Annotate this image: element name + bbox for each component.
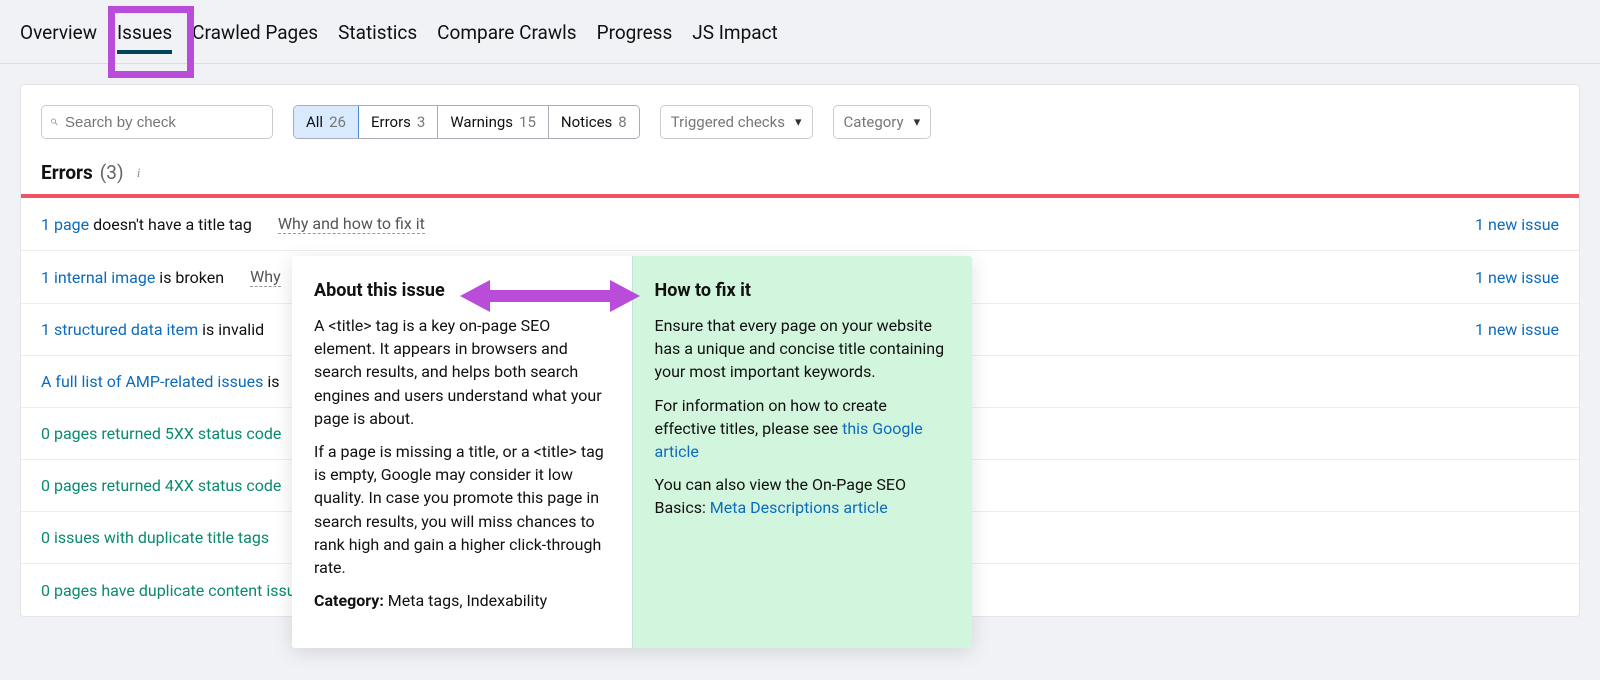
category-dropdown[interactable]: Category ▾ [833, 105, 932, 139]
issue-text: is broken [155, 268, 224, 287]
nav-compare-crawls[interactable]: Compare Crawls [437, 17, 576, 62]
about-category: Category: Meta tags, Indexability [314, 589, 610, 612]
about-body: If a page is missing a title, or a <titl… [314, 440, 610, 579]
search-input[interactable] [65, 114, 264, 131]
seg-warnings[interactable]: Warnings15 [438, 106, 549, 138]
about-title: About this issue [314, 278, 610, 304]
fix-title: How to fix it [655, 278, 951, 304]
issue-link[interactable]: 1 page [41, 215, 89, 234]
seg-notices[interactable]: Notices8 [549, 106, 639, 138]
issue-link[interactable]: 1 structured data item [41, 320, 198, 339]
severity-segment: All26 Errors3 Warnings15 Notices8 [293, 105, 640, 139]
issue-text: doesn't have a title tag [89, 215, 252, 234]
toolbar: All26 Errors3 Warnings15 Notices8 Trigge… [21, 105, 1579, 161]
new-issue-badge[interactable]: 1 new issue [1475, 320, 1559, 339]
top-nav: Overview Issues Crawled Pages Statistics… [0, 0, 1600, 64]
seg-errors[interactable]: Errors3 [359, 106, 438, 138]
triggered-checks-dropdown[interactable]: Triggered checks ▾ [660, 105, 813, 139]
new-issue-badge[interactable]: 1 new issue [1475, 215, 1559, 234]
new-issue-badge[interactable]: 1 new issue [1475, 268, 1559, 287]
issue-text: is [263, 372, 279, 391]
why-link[interactable]: Why and how to fix it [278, 214, 425, 234]
issue-link[interactable]: 1 internal image [41, 268, 155, 287]
about-body: A <title> tag is a key on-page SEO eleme… [314, 314, 610, 430]
issue-link[interactable]: 0 pages have duplicate content issues [41, 581, 312, 600]
chevron-down-icon: ▾ [795, 115, 802, 130]
info-icon[interactable]: i [131, 165, 147, 181]
about-panel: About this issue A <title> tag is a key … [292, 256, 633, 648]
issue-link[interactable]: 0 pages returned 5XX status code [41, 424, 281, 443]
search-input-wrap[interactable] [41, 105, 273, 139]
fix-body: Ensure that every page on your website h… [655, 314, 951, 384]
nav-statistics[interactable]: Statistics [338, 17, 417, 62]
nav-js-impact[interactable]: JS Impact [692, 17, 777, 62]
issue-link[interactable]: 0 issues with duplicate title tags [41, 528, 269, 547]
fix-body: You can also view the On-Page SEO Basics… [655, 473, 951, 519]
search-icon [50, 114, 59, 130]
chevron-down-icon: ▾ [914, 115, 921, 130]
why-link[interactable]: Why [250, 267, 281, 287]
nav-issues[interactable]: Issues [117, 17, 172, 62]
nav-crawled-pages[interactable]: Crawled Pages [192, 17, 318, 62]
seg-all[interactable]: All26 [294, 106, 359, 138]
issue-link[interactable]: A full list of AMP-related issues [41, 372, 263, 391]
issue-row: 1 page doesn't have a title tag Why and … [21, 198, 1579, 251]
issue-link[interactable]: 0 pages returned 4XX status code [41, 476, 281, 495]
fix-panel: How to fix it Ensure that every page on … [633, 256, 973, 648]
section-title: Errors (3) i [21, 161, 1579, 194]
fix-body: For information on how to create effecti… [655, 394, 951, 464]
meta-descriptions-link[interactable]: Meta Descriptions article [710, 498, 888, 517]
issue-tooltip: About this issue A <title> tag is a key … [292, 256, 972, 648]
nav-progress[interactable]: Progress [597, 17, 673, 62]
issue-text: is invalid [198, 320, 264, 339]
nav-overview[interactable]: Overview [20, 17, 97, 62]
